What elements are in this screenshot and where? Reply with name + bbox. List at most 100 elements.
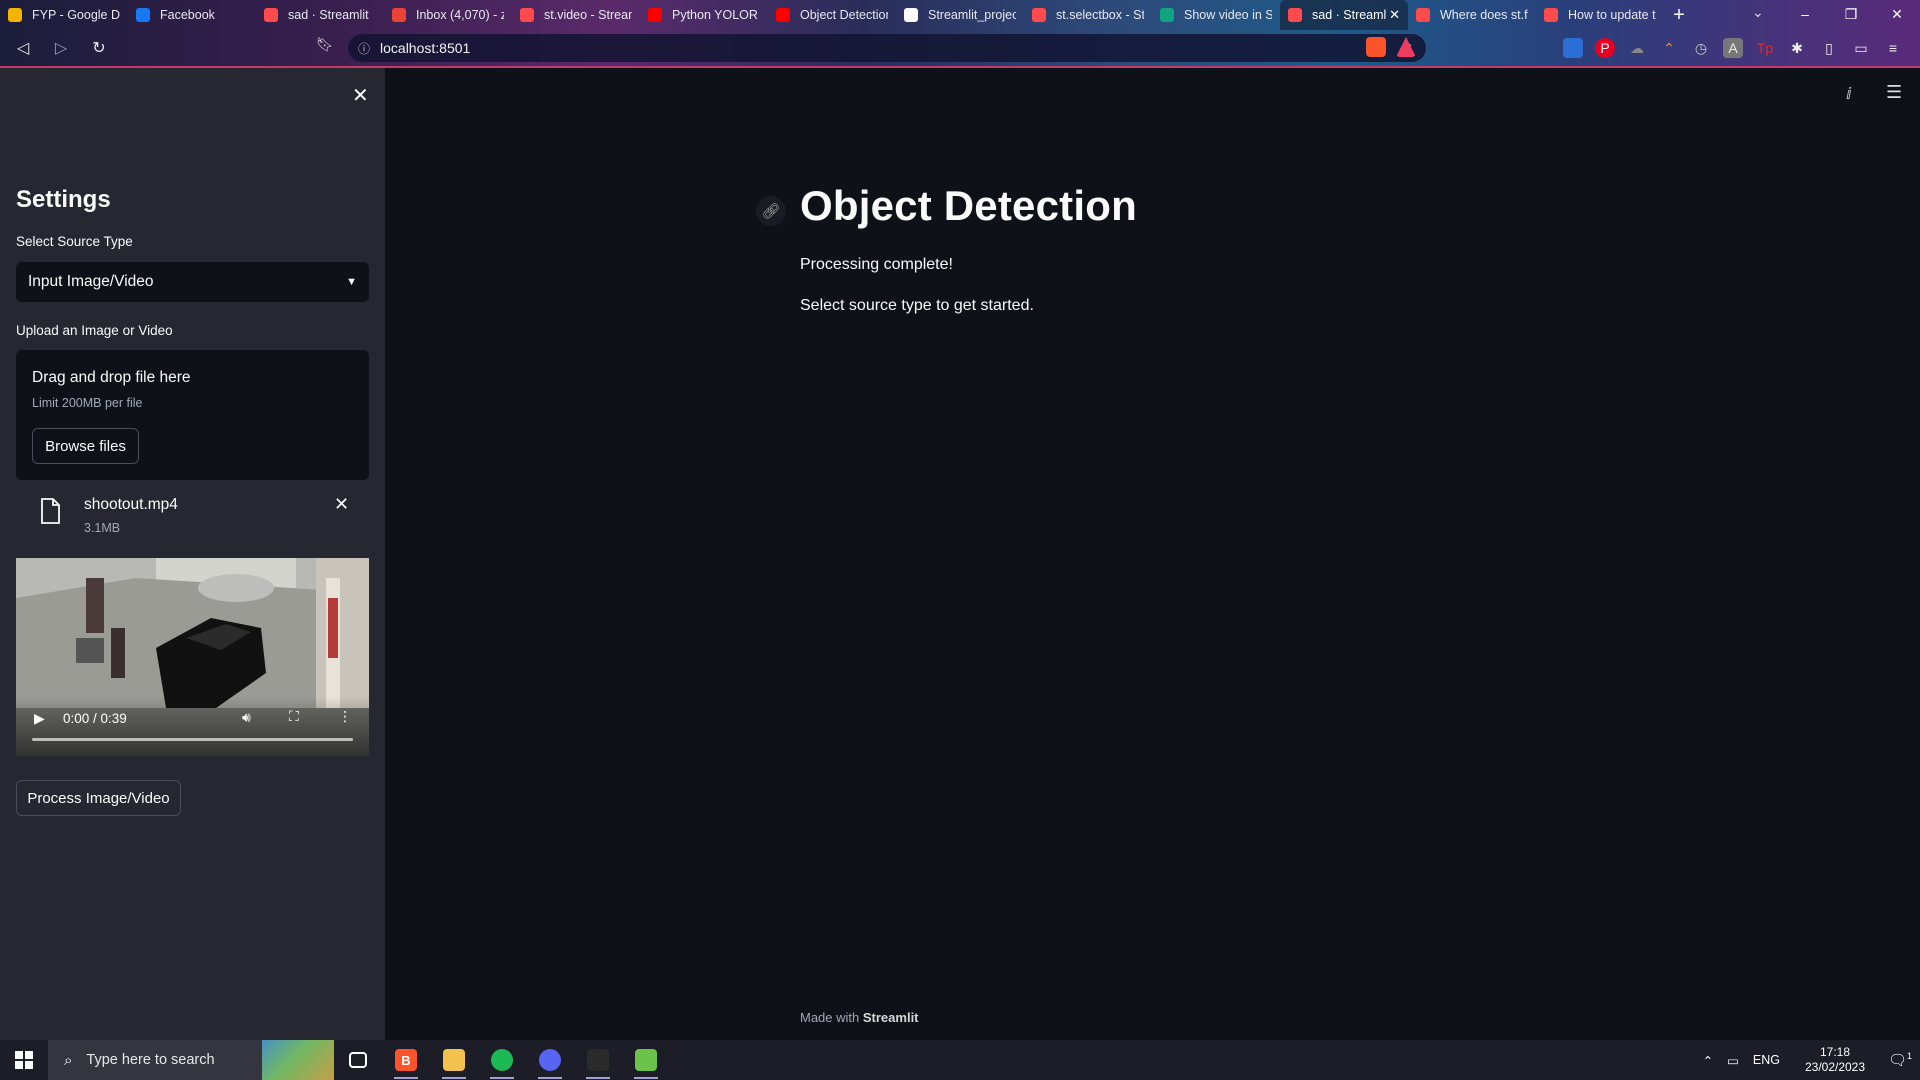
spotify-icon[interactable] [478,1040,526,1080]
more-options-icon[interactable]: ⋮ [338,708,352,725]
chevron-up-icon[interactable]: ⌃ [1703,1053,1713,1068]
browser-tab[interactable]: sad · Streamlit [256,0,384,30]
play-icon[interactable]: ▶ [34,710,45,727]
reload-icon[interactable]: ↻ [84,38,114,58]
windows-start-icon[interactable] [0,1040,48,1080]
browser-tab[interactable]: sad · Streaml ✕ [1280,0,1408,30]
browser-chrome: FYP - Google Dr Facebook sad · Streamlit In… [0,0,1920,68]
bookmark-icon[interactable]: 🔖︎ [316,36,334,53]
streamlit-link[interactable]: Streamlit [863,1010,919,1025]
file-dropzone[interactable]: Drag and drop file here Limit 200MB per … [16,350,369,480]
youtube-icon [648,8,662,22]
window-controls: – ❐ ✕ [1782,0,1920,30]
clock-date: 23/02/2023 [1804,1060,1866,1074]
browser-tab[interactable]: st.selectbox - Str [1024,0,1152,30]
back-icon[interactable]: ◁ [8,38,38,58]
browser-tab[interactable]: Inbox (4,070) - z [384,0,512,30]
browser-tab[interactable]: st.video - Stream [512,0,640,30]
process-button[interactable]: Process Image/Video [16,780,181,816]
browser-tab[interactable]: Streamlit_project [896,0,1024,30]
tab-title: Inbox (4,070) - z [416,8,504,22]
upload-label: Upload an Image or Video [16,323,173,338]
browser-toolbar: ◁ ▷ ↻ 🔖︎ ⓘ localhost:8501 ⇪ P ☁ ⌃ ◷ A Tp… [0,33,1920,63]
language-indicator[interactable]: ENG [1753,1053,1780,1067]
streamlit-icon [1032,8,1046,22]
discord-icon-glyph [539,1049,561,1071]
streamlit-icon [1544,8,1558,22]
task-view-icon[interactable] [334,1040,382,1080]
brave-browser-icon[interactable]: B [382,1040,430,1080]
notification-center-icon[interactable]: 🗨︎1 [1880,1051,1920,1069]
browse-files-button[interactable]: Browse files [32,428,139,464]
remove-file-icon[interactable]: ✕ [334,494,349,515]
volume-icon[interactable]: 🔊︎ [242,709,251,726]
close-tab-icon[interactable]: ✕ [1389,7,1400,23]
video-player[interactable]: ▶ 0:00 / 0:39 🔊︎ ⛶ ⋮ [16,558,369,756]
maximize-icon[interactable]: ❐ [1828,0,1874,30]
browser-tab[interactable]: Where does st.fil [1408,0,1536,30]
close-sidebar-icon[interactable]: ✕ [352,83,369,108]
tab-title: sad · Streamlit [288,8,369,22]
link-anchor-icon[interactable]: 🔗︎ [756,196,786,226]
file-explorer-icon[interactable] [430,1040,478,1080]
streamlit-icon [264,8,278,22]
hamburger-menu-icon[interactable]: ☰ [1886,82,1902,103]
app-status-icon[interactable]: ⅈ [1846,84,1852,104]
browser-tab[interactable]: Facebook [128,0,256,30]
terminal-icon-glyph [587,1049,609,1071]
browser-tab[interactable]: Python YOLOR - [640,0,768,30]
url-text: localhost:8501 [380,40,471,56]
browser-tab[interactable]: FYP - Google Dr [0,0,128,30]
fullscreen-icon[interactable]: ⛶ [289,708,299,725]
forward-icon[interactable]: ▷ [46,38,76,58]
network-icon[interactable]: ▭ [1727,1053,1739,1068]
browser-tab[interactable]: Show video in St [1152,0,1280,30]
sidebar-toggle-icon[interactable]: ▯ [1819,38,1839,58]
file-icon [40,498,60,529]
browser-tab[interactable]: Object Detection [768,0,896,30]
sidebar-title: Settings [16,186,111,213]
tp-extension-icon[interactable]: Tp [1755,38,1775,58]
wallet-icon[interactable]: ▭ [1851,38,1871,58]
status-message: Processing complete! [800,256,953,273]
close-window-icon[interactable]: ✕ [1874,0,1920,30]
tab-title: Object Detection [800,8,888,22]
discord-icon[interactable] [526,1040,574,1080]
file-explorer-icon-glyph [443,1049,465,1071]
clock[interactable]: 17:18 23/02/2023 [1798,1045,1872,1075]
tab-title: sad · Streaml [1312,8,1387,22]
taskbar-search[interactable]: ⌕ Type here to search [48,1040,334,1080]
footer-prefix: Made with [800,1010,860,1025]
cloud-extension-icon[interactable]: ☁ [1627,38,1647,58]
minimize-icon[interactable]: – [1782,0,1828,30]
address-bar[interactable]: ⓘ localhost:8501 ⇪ [348,34,1426,62]
browser-tab[interactable]: How to update th [1536,0,1664,30]
dropzone-limit: Limit 200MB per file [32,396,143,410]
notepad-icon[interactable] [622,1040,670,1080]
tab-search-icon[interactable]: ⌄ [1752,4,1764,21]
tab-title: Facebook [160,8,215,22]
extensions-bar: P ☁ ⌃ ◷ A Tp ✱ ▯ ▭ ≡ [1563,38,1903,58]
video-progress-track[interactable] [32,738,353,741]
search-icon: ⌕ [64,1051,73,1069]
source-type-select[interactable]: Input Image/Video ▼ [16,262,369,302]
search-highlight-image [262,1040,334,1080]
history-extension-icon[interactable]: ◷ [1691,38,1711,58]
brave-shield-icon[interactable] [1366,37,1386,57]
extension-shield-icon[interactable] [1563,38,1583,58]
terminal-icon[interactable] [574,1040,622,1080]
tab-title: How to update th [1568,8,1656,22]
new-tab-icon[interactable]: + [1664,4,1694,27]
gmail-icon [392,8,406,22]
youtube-icon [776,8,790,22]
puzzle-extensions-icon[interactable]: ✱ [1787,38,1807,58]
brave-rewards-icon[interactable] [1396,37,1416,57]
translate-extension-icon[interactable]: A [1723,38,1743,58]
file-size: 3.1MB [84,521,121,535]
tab-title: st.video - Stream [544,8,632,22]
browser-menu-icon[interactable]: ≡ [1883,38,1903,58]
arrow-extension-icon[interactable]: ⌃ [1659,38,1679,58]
pinterest-icon[interactable]: P [1595,38,1615,58]
site-info-icon[interactable]: ⓘ [358,40,370,57]
tab-title: Python YOLOR - [672,8,760,22]
